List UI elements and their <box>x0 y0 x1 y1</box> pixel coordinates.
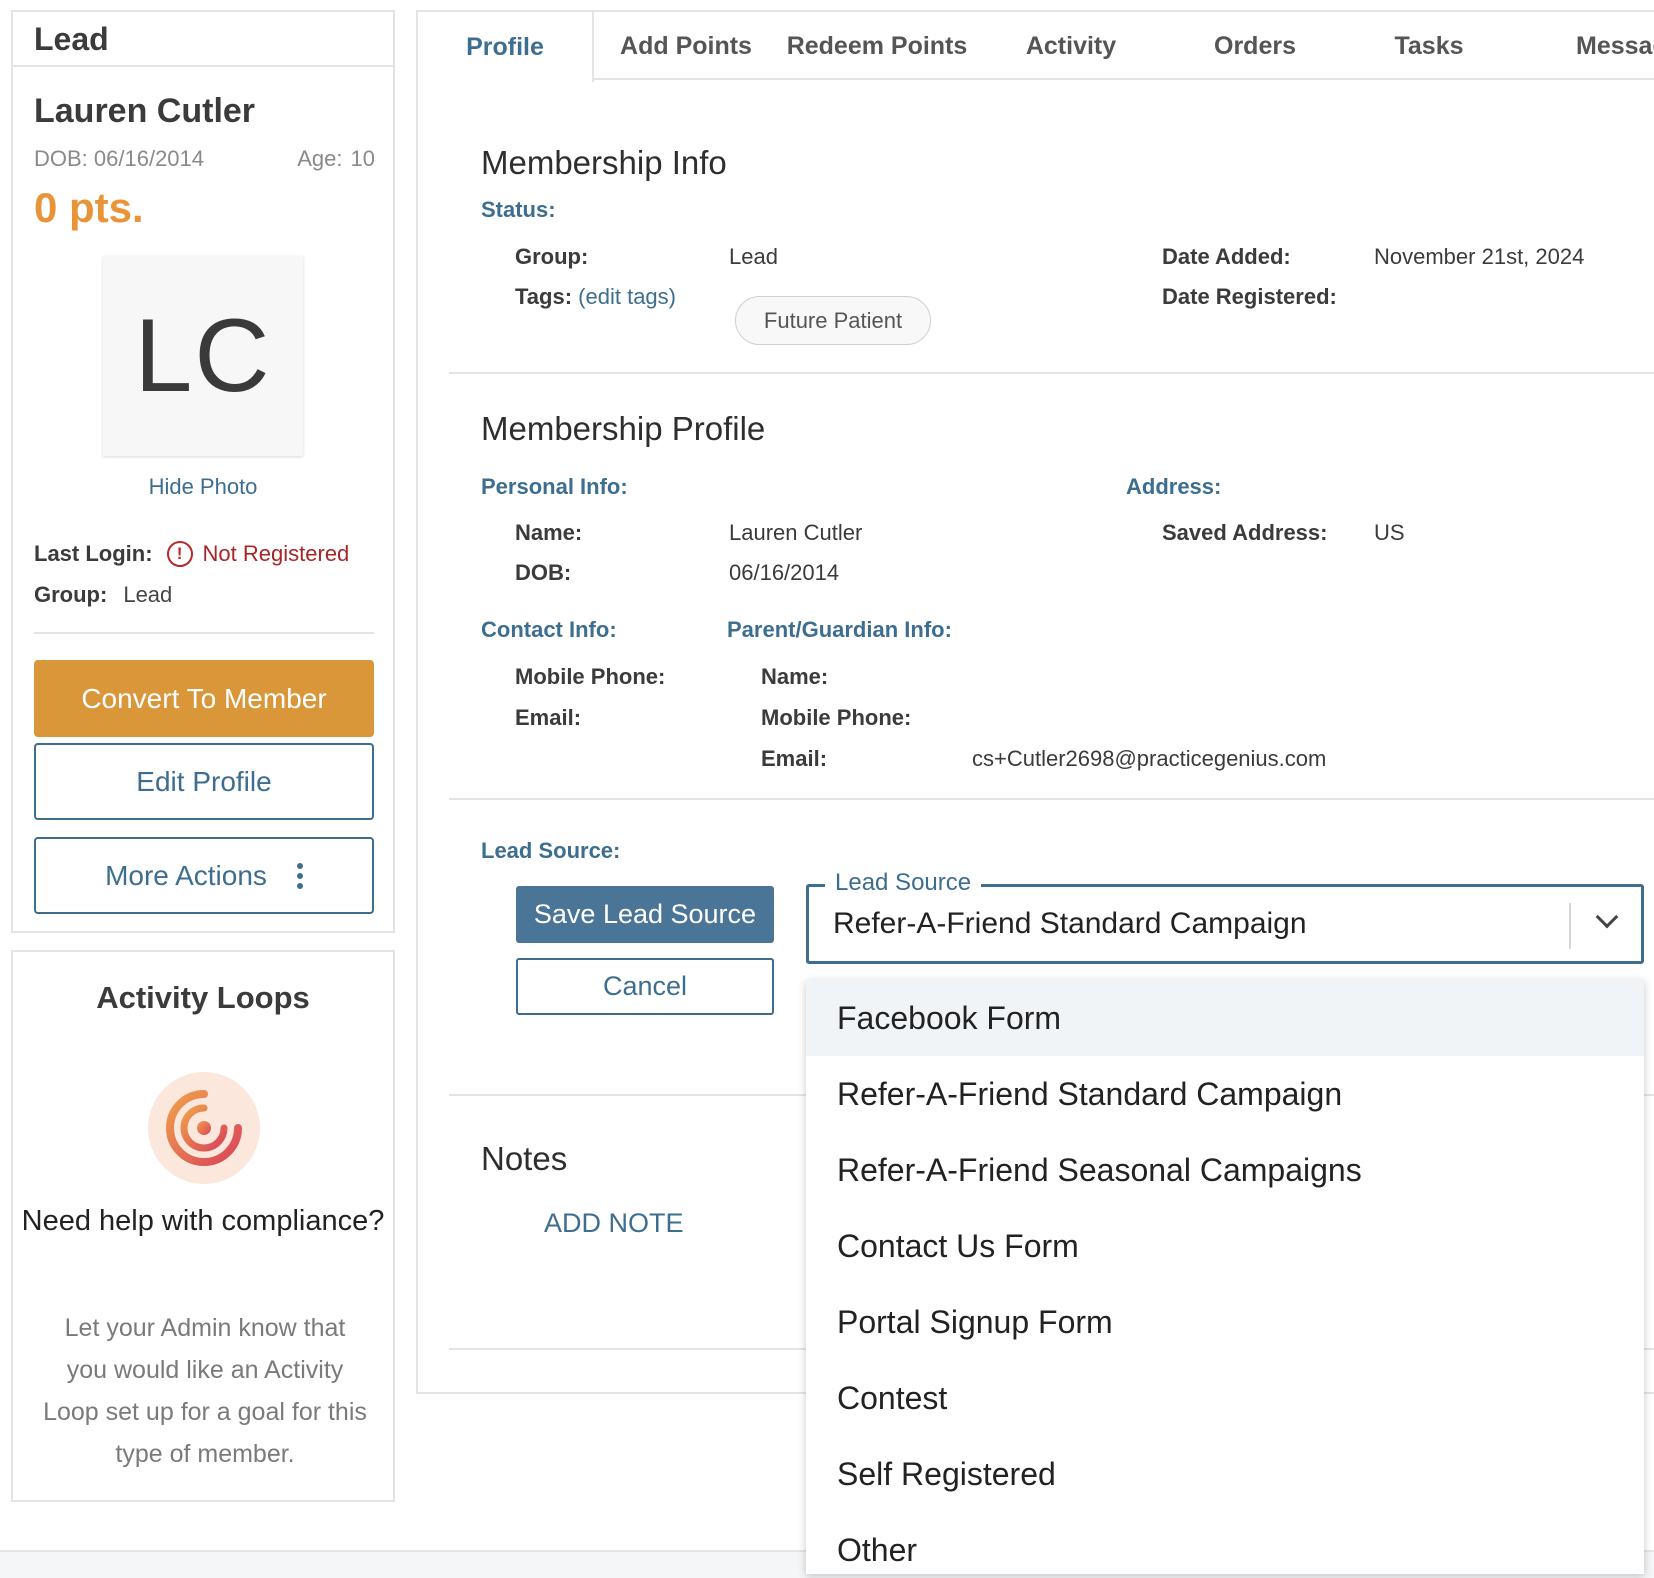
tab-profile[interactable]: Profile <box>418 12 594 82</box>
dropdown-option[interactable]: Contact Us Form <box>806 1208 1644 1284</box>
date-added-label: Date Added: <box>1162 244 1291 269</box>
guardian-mobile-label: Mobile Phone: <box>761 705 912 730</box>
saved-address-value: US <box>1374 520 1405 545</box>
member-dob: DOB: 06/16/2014 <box>34 146 205 171</box>
lead-source-select-legend: Lead Source <box>825 869 982 897</box>
mobile-phone-label: Mobile Phone: <box>515 664 666 689</box>
tab-orders[interactable]: Orders <box>1166 12 1344 80</box>
dropdown-option[interactable]: Self Registered <box>806 1436 1644 1512</box>
personal-info-label: Personal Info: <box>481 474 628 499</box>
kebab-menu-icon <box>296 862 303 889</box>
hide-photo-link[interactable]: Hide Photo <box>13 474 393 500</box>
dropdown-option[interactable]: Facebook Form <box>806 980 1644 1056</box>
last-login-row: Last Login: ! Not Registered <box>34 541 349 567</box>
target-loop-icon <box>148 1072 260 1184</box>
tab-redeem-points[interactable]: Redeem Points <box>778 12 976 80</box>
activity-loops-card: Activity Loops Need help with compliance… <box>11 950 395 1502</box>
lead-source-selected-value: Refer-A-Friend Standard Campaign <box>833 907 1307 940</box>
contact-info-label: Contact Info: <box>481 617 617 642</box>
group-value: Lead <box>123 582 173 607</box>
guardian-name-label: Name: <box>761 664 829 689</box>
age-value: 10 <box>350 146 375 171</box>
lead-source-label: Lead Source: <box>481 838 621 863</box>
cancel-button[interactable]: Cancel <box>516 958 774 1015</box>
lead-source-select[interactable]: Lead Source Refer-A-Friend Standard Camp… <box>806 869 1644 964</box>
activity-loops-question: Need help with compliance? <box>21 1205 385 1237</box>
age-label: Age: <box>297 146 343 171</box>
alert-circle-icon: ! <box>166 541 193 567</box>
card-header-title: Lead <box>34 21 109 57</box>
add-note-button[interactable]: ADD NOTE <box>544 1208 684 1239</box>
membership-info-title: Membership Info <box>481 144 727 181</box>
points-balance: 0 pts. <box>34 184 144 231</box>
membership-profile-title: Membership Profile <box>481 410 766 447</box>
tab-tasks[interactable]: Tasks <box>1344 12 1514 80</box>
tab-activity[interactable]: Activity <box>976 12 1166 80</box>
name-label: Name: <box>515 520 583 545</box>
chevron-down-icon[interactable] <box>1595 905 1619 929</box>
convert-to-member-button[interactable]: Convert To Member <box>34 660 374 737</box>
group-label: Group: <box>515 244 589 269</box>
tab-messages[interactable]: Messag <box>1576 12 1654 80</box>
dropdown-option[interactable]: Refer-A-Friend Seasonal Campaigns <box>806 1132 1644 1208</box>
date-added-value: November 21st, 2024 <box>1374 244 1585 269</box>
dropdown-option[interactable]: Other <box>806 1512 1644 1574</box>
avatar: LC <box>103 256 303 456</box>
activity-loops-description: Let your Admin know that you would like … <box>43 1314 367 1468</box>
last-login-value: Not Registered <box>202 541 350 566</box>
lead-source-dropdown: Facebook Form Refer-A-Friend Standard Ca… <box>806 980 1644 1574</box>
name-value: Lauren Cutler <box>729 520 863 545</box>
dob-label: DOB: <box>515 560 572 585</box>
group-row: Group: Lead <box>34 582 172 608</box>
tags-row: Tags: (edit tags) <box>515 284 676 310</box>
group-label: Group: <box>34 582 108 607</box>
section-divider <box>449 372 1654 374</box>
date-registered-label: Date Registered: <box>1162 284 1337 309</box>
notes-title: Notes <box>481 1140 568 1177</box>
save-lead-source-button[interactable]: Save Lead Source <box>516 886 774 943</box>
dropdown-option[interactable]: Refer-A-Friend Standard Campaign <box>806 1056 1644 1132</box>
guardian-info-label: Parent/Guardian Info: <box>727 617 952 642</box>
edit-tags-link[interactable]: (edit tags) <box>578 284 676 309</box>
dropdown-option[interactable]: Contest <box>806 1360 1644 1436</box>
tag-chip-future-patient: Future Patient <box>735 296 931 345</box>
divider <box>34 632 374 634</box>
card-header: Lead <box>13 12 393 67</box>
group-value: Lead <box>729 244 778 269</box>
status-label: Status: <box>481 197 556 222</box>
member-age: Age: 10 <box>297 146 375 172</box>
dropdown-option[interactable]: Portal Signup Form <box>806 1284 1644 1360</box>
guardian-email-label: Email: <box>761 746 828 771</box>
guardian-email-value: cs+Cutler2698@practicegenius.com <box>972 746 1327 771</box>
section-divider <box>449 798 1654 800</box>
dob-value: 06/16/2014 <box>729 560 840 585</box>
select-separator <box>1569 903 1571 949</box>
member-name: Lauren Cutler <box>34 92 256 130</box>
edit-profile-button[interactable]: Edit Profile <box>34 743 374 820</box>
more-actions-button[interactable]: More Actions <box>34 837 374 914</box>
activity-loops-title: Activity Loops <box>96 980 310 1015</box>
more-actions-label: More Actions <box>105 859 267 891</box>
address-label: Address: <box>1126 474 1222 499</box>
email-label: Email: <box>515 705 582 730</box>
member-summary-card: Lead Lauren Cutler DOB: 06/16/2014 Age: 1… <box>11 10 395 933</box>
saved-address-label: Saved Address: <box>1162 520 1328 545</box>
last-login-label: Last Login: <box>34 541 153 566</box>
tags-label: Tags: <box>515 284 573 309</box>
tab-add-points[interactable]: Add Points <box>594 12 778 80</box>
profile-tabs: Profile Add Points Redeem Points Activit… <box>418 12 1654 82</box>
